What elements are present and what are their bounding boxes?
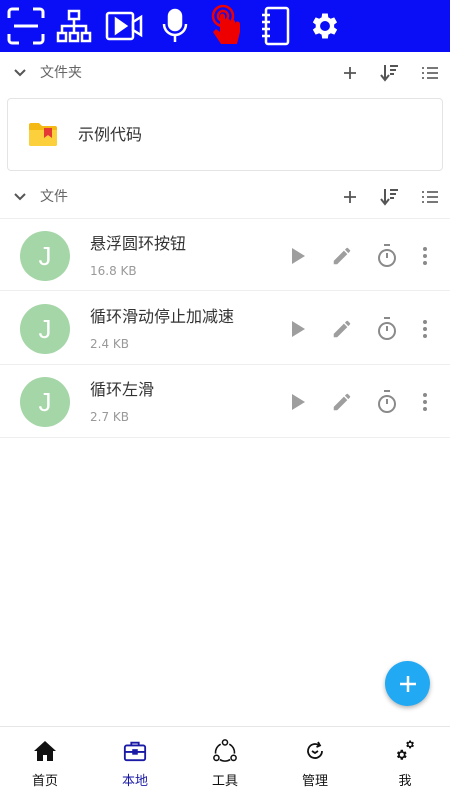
nav-item-tools[interactable]: 工具 — [180, 727, 270, 801]
files-section-title: 文件 — [40, 189, 68, 205]
sitemap-icon[interactable] — [52, 4, 96, 48]
share-nodes-icon — [213, 739, 237, 763]
nav-label: 本地 — [121, 774, 148, 789]
folder-name: 示例代码 — [78, 125, 143, 144]
folders-section-header: 文件夹 — [0, 53, 450, 93]
folder-icon — [28, 121, 58, 147]
file-row[interactable]: J 循环滑动停止加减速 2.4 KB — [0, 292, 450, 365]
plus-icon — [399, 675, 416, 692]
home-icon — [33, 739, 57, 763]
file-row[interactable]: J 悬浮圆环按钮 16.8 KB — [0, 218, 450, 291]
play-icon[interactable] — [285, 316, 311, 342]
microphone-icon[interactable] — [153, 4, 197, 48]
file-avatar: J — [20, 304, 70, 354]
chevron-down-icon[interactable] — [10, 63, 30, 83]
gear-icon[interactable] — [303, 4, 347, 48]
file-name: 循环滑动停止加减速 — [90, 307, 235, 326]
files-section-header: 文件 — [0, 177, 450, 217]
folders-section-title: 文件夹 — [40, 65, 82, 81]
more-icon[interactable] — [412, 243, 438, 269]
timer-icon[interactable] — [374, 389, 400, 415]
file-row[interactable]: J 循环左滑 2.7 KB — [0, 365, 450, 438]
nav-item-home[interactable]: 首页 — [0, 727, 90, 801]
touch-icon[interactable] — [204, 4, 248, 48]
gears-icon — [393, 739, 417, 763]
file-name: 循环左滑 — [90, 380, 155, 399]
nav-item-me[interactable]: 我 — [360, 727, 450, 801]
list-view-icon[interactable] — [418, 185, 442, 209]
more-icon[interactable] — [412, 316, 438, 342]
file-name: 悬浮圆环按钮 — [90, 234, 187, 253]
nav-label: 我 — [398, 774, 412, 789]
edit-icon[interactable] — [329, 389, 355, 415]
briefcase-icon — [123, 739, 147, 763]
nav-label: 工具 — [211, 774, 238, 789]
file-size: 2.4 KB — [90, 337, 129, 351]
list-view-icon[interactable] — [418, 61, 442, 85]
add-fab-button[interactable] — [385, 661, 430, 706]
chevron-down-icon[interactable] — [10, 187, 30, 207]
edit-icon[interactable] — [329, 316, 355, 342]
file-avatar: J — [20, 377, 70, 427]
file-size: 16.8 KB — [90, 264, 137, 278]
file-avatar: J — [20, 231, 70, 281]
more-icon[interactable] — [412, 389, 438, 415]
edit-icon[interactable] — [329, 243, 355, 269]
nav-label: 管理 — [301, 774, 328, 789]
bottom-nav: 首页 本地 工具 管理 我 — [0, 726, 450, 800]
sort-icon[interactable] — [378, 185, 402, 209]
file-size: 2.7 KB — [90, 410, 129, 424]
play-icon[interactable] — [285, 389, 311, 415]
video-icon[interactable] — [102, 4, 146, 48]
folder-item[interactable]: 示例代码 — [7, 98, 443, 171]
play-icon[interactable] — [285, 243, 311, 269]
timer-icon[interactable] — [374, 316, 400, 342]
nav-item-local[interactable]: 本地 — [90, 727, 180, 801]
timer-icon[interactable] — [374, 243, 400, 269]
nav-label: 首页 — [31, 774, 58, 789]
add-icon[interactable] — [338, 185, 362, 209]
refresh-icon — [303, 739, 327, 763]
top-toolbar — [0, 0, 450, 52]
add-icon[interactable] — [338, 61, 362, 85]
notebook-icon[interactable] — [253, 4, 297, 48]
scan-icon[interactable] — [4, 4, 48, 48]
nav-item-manage[interactable]: 管理 — [270, 727, 360, 801]
sort-icon[interactable] — [378, 61, 402, 85]
